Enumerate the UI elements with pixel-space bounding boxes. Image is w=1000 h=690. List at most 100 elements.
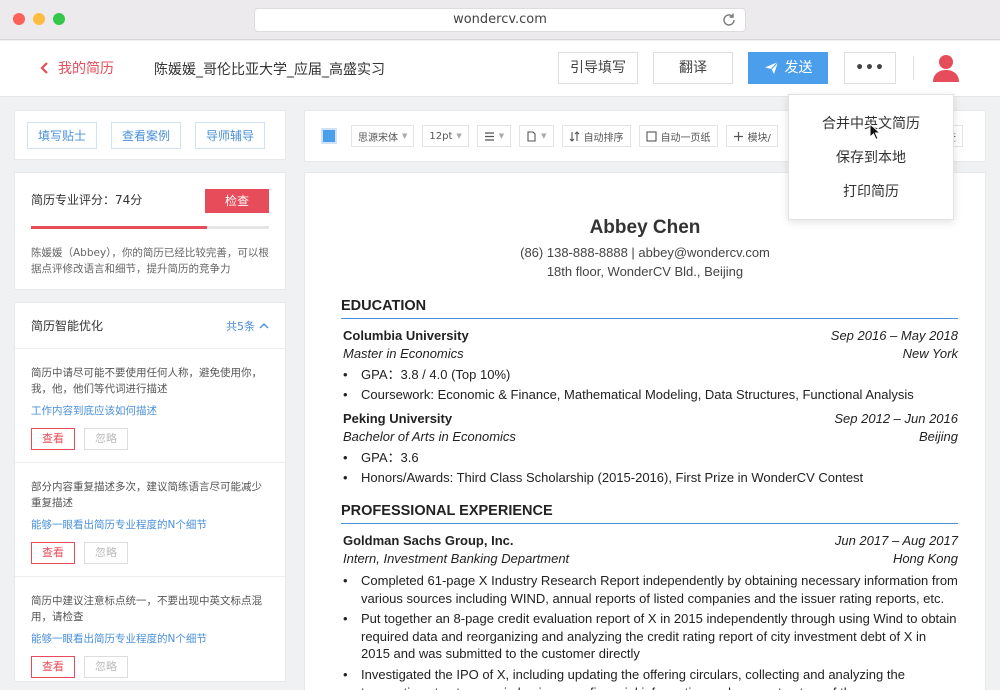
degree: Bachelor of Arts in Economics — [343, 429, 516, 444]
print-resume-item[interactable]: 打印简历 — [789, 181, 953, 215]
mouse-cursor-icon — [869, 123, 881, 141]
resume-address-line: 18th floor, WonderCV Bld., Beijing — [546, 264, 744, 279]
save-local-item[interactable]: 保存到本地 — [789, 147, 953, 181]
edu-bullet: GPA：3.6 — [343, 449, 958, 467]
module-label: 模块/ — [747, 132, 771, 144]
auto-one-page-button[interactable]: 自动一页纸 — [638, 125, 718, 147]
edu-row: Bachelor of Arts in Economics Beijing — [343, 429, 958, 444]
edu-location: New York — [902, 346, 958, 361]
reload-icon[interactable] — [721, 12, 737, 28]
paper-plane-icon — [764, 61, 778, 74]
edu-bullet: GPA：3.8 / 4.0 (Top 10%) — [343, 366, 958, 384]
font-select[interactable]: 思源宋体 ▼ — [351, 125, 415, 147]
optimize-item-text: 简历中请尽可能不要使用任何人称，避免使用你，我，他，他们等代词进行描述 — [31, 367, 262, 395]
check-button[interactable]: 检查 — [205, 189, 269, 213]
tips-tab[interactable]: 填写贴士 — [27, 121, 98, 149]
document-title[interactable]: 陈媛媛_哥伦比亚大学_应届_高盛实习 — [154, 59, 385, 79]
experience-section-title: PROFESSIONAL EXPERIENCE — [341, 503, 958, 524]
ignore-button[interactable]: 忽略 — [84, 428, 128, 450]
optimize-item: 部分内容重复描述多次，建议简练语言尽可能减少重复描述 能够一眼看出简历专业程度的… — [15, 463, 285, 577]
resume-paper[interactable]: Abbey Chen (86) 138-888-8888 | abbey@won… — [304, 172, 986, 690]
caret-down-icon: ▼ — [498, 132, 505, 140]
app-header: 我的简历 陈媛媛_哥伦比亚大学_应届_高盛实习 引导填写 翻译 发送 ••• — [0, 41, 1000, 97]
smart-optimize-card: 简历智能优化 共5条 简历中请尽可能不要使用任何人称，避免使用你，我，他，他们等… — [14, 302, 286, 682]
minimize-window-button[interactable] — [33, 13, 45, 25]
theme-color-picker[interactable] — [321, 128, 337, 144]
header-divider — [913, 56, 914, 80]
browser-titlebar: wondercv.com — [0, 0, 1000, 40]
ignore-button[interactable]: 忽略 — [84, 656, 128, 678]
optimize-count-toggle[interactable]: 共5条 — [226, 318, 269, 334]
optimize-item-text: 部分内容重复描述多次，建议简练语言尽可能减少重复描述 — [31, 481, 262, 509]
resume-score-card: 简历专业评分：74分 检查 陈媛媛（Abbey），你的简历已经比较完善，可以根据… — [14, 172, 286, 290]
view-button[interactable]: 查看 — [31, 428, 75, 450]
edu-bullet: Coursework: Economic & Finance, Mathemat… — [343, 386, 958, 404]
edu-location: Beijing — [918, 429, 958, 444]
more-options-button[interactable]: ••• — [844, 52, 896, 84]
job-role: Intern, Investment Banking Department — [343, 551, 570, 566]
school-name: Columbia University — [343, 328, 469, 343]
score-progress-bar — [31, 226, 269, 229]
font-value: 思源宋体 — [358, 132, 398, 144]
company-name: Goldman Sachs Group, Inc. — [343, 533, 514, 548]
optimize-count: 共5条 — [226, 319, 255, 333]
caret-down-icon: ▼ — [402, 132, 408, 140]
caret-down-icon: ▼ — [456, 132, 462, 140]
optimize-header: 简历智能优化 共5条 — [15, 303, 285, 349]
close-window-button[interactable] — [13, 13, 25, 25]
translate-button[interactable]: 翻译 — [653, 52, 733, 84]
optimize-item: 简历中建议注意标点统一，不要出现中英文标点混用，请检查 能够一眼看出简历专业程度… — [15, 577, 285, 681]
caret-down-icon: ▼ — [541, 132, 547, 140]
view-button[interactable]: 查看 — [31, 656, 75, 678]
exp-bullet: Investigated the IPO of X, including upd… — [343, 666, 958, 690]
plus-icon — [733, 131, 743, 141]
view-button[interactable]: 查看 — [31, 542, 75, 564]
degree: Master in Economics — [343, 346, 464, 361]
user-avatar-icon[interactable] — [930, 52, 962, 84]
line-spacing-select[interactable]: ▼ — [476, 125, 512, 147]
left-panel: 填写贴士 查看案例 导师辅导 简历专业评分：74分 检查 陈媛媛（Abbey），… — [14, 110, 286, 682]
edu-bullet: Honors/Awards: Third Class Scholarship (… — [343, 469, 958, 487]
exp-bullet: Completed 61-page X Industry Research Re… — [343, 572, 958, 607]
guide-fill-button[interactable]: 引导填写 — [558, 52, 638, 84]
sort-icon — [569, 130, 579, 142]
exp-row: Goldman Sachs Group, Inc. Jun 2017 – Aug… — [343, 533, 958, 548]
chevron-left-icon — [40, 62, 48, 74]
page-template-select[interactable]: ▼ — [519, 125, 554, 147]
mentor-tab[interactable]: 导师辅导 — [195, 121, 266, 149]
school-name: Peking University — [343, 411, 453, 426]
resume-contact-line: (86) 138-888-8888 | abbey@wondercv.com — [520, 245, 770, 260]
auto-one-page-label: 自动一页纸 — [660, 132, 711, 144]
examples-tab[interactable]: 查看案例 — [111, 121, 182, 149]
font-size-value: 12pt — [429, 130, 453, 142]
address-bar[interactable]: wondercv.com — [254, 8, 746, 32]
optimize-title: 简历智能优化 — [31, 319, 104, 333]
score-progress-fill — [31, 226, 208, 229]
auto-sort-label: 自动排序 — [583, 132, 624, 144]
resume-name: Abbey Chen — [589, 217, 701, 238]
url-text: wondercv.com — [453, 12, 547, 27]
optimize-item-link[interactable]: 工作内容到底应该如何描述 — [31, 403, 269, 418]
exp-bullet: Put together an 8-page credit evaluation… — [343, 610, 958, 663]
module-button[interactable]: 模块/ — [725, 125, 778, 147]
ignore-button[interactable]: 忽略 — [84, 542, 128, 564]
score-description: 陈媛媛（Abbey），你的简历已经比较完善，可以根据点评修改语言和细节，提升简历… — [31, 247, 269, 275]
font-size-select[interactable]: 12pt ▼ — [422, 125, 469, 147]
send-button[interactable]: 发送 — [748, 52, 828, 84]
optimize-item-link[interactable]: 能够一眼看出简历专业程度的N个细节 — [31, 517, 269, 532]
edu-date: Sep 2016 – May 2018 — [830, 328, 958, 343]
edu-row: Peking University Sep 2012 – Jun 2016 — [343, 411, 958, 426]
auto-sort-button[interactable]: 自动排序 — [561, 125, 631, 147]
list-spacing-icon — [484, 131, 494, 141]
exp-date: Jun 2017 – Aug 2017 — [834, 533, 958, 548]
education-section-title: EDUCATION — [341, 298, 958, 319]
optimize-item-link[interactable]: 能够一眼看出简历专业程度的N个细节 — [31, 631, 269, 646]
back-label: 我的简历 — [58, 61, 114, 77]
helper-tabs: 填写贴士 查看案例 导师辅导 — [14, 110, 286, 160]
maximize-window-button[interactable] — [53, 13, 65, 25]
optimize-item-text: 简历中建议注意标点统一，不要出现中英文标点混用，请检查 — [31, 595, 262, 623]
exp-location: Hong Kong — [892, 551, 958, 566]
more-options-menu: 合并中英文简历 保存到本地 打印简历 — [788, 94, 954, 220]
back-to-my-resumes-link[interactable]: 我的简历 — [38, 58, 114, 78]
document-icon — [527, 130, 536, 142]
